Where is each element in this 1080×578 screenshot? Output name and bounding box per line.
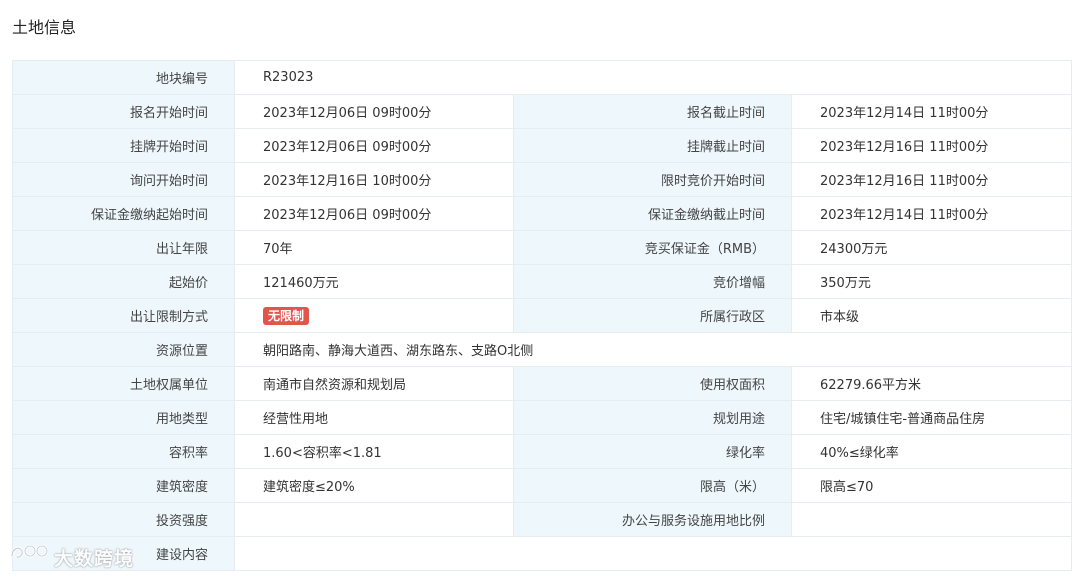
label-deposit-end: 保证金缴纳截止时间 [513, 196, 792, 231]
label-investment-intensity: 投资强度 [12, 502, 235, 537]
row-inquiry-time: 询问开始时间 2023年12月16日 10时00分 限时竞价开始时间 2023年… [12, 162, 1073, 197]
row-listing-time: 挂牌开始时间 2023年12月06日 09时00分 挂牌截止时间 2023年12… [12, 128, 1073, 163]
label-registration-end: 报名截止时间 [513, 94, 792, 129]
row-construction: 建设内容 [12, 536, 1073, 571]
label-inquiry-start: 询问开始时间 [12, 162, 235, 197]
section-title: 土地信息 [12, 18, 77, 37]
row-term-and-deposit: 出让年限 70年 竞买保证金（RMB） 24300万元 [12, 230, 1073, 265]
value-listing-start: 2023年12月06日 09时00分 [234, 128, 514, 163]
brand-logo-icon [8, 542, 50, 572]
label-registration-start: 报名开始时间 [12, 94, 235, 129]
watermark-text: 大数跨境 [54, 547, 135, 570]
value-construction-content [233, 536, 1073, 571]
label-office-ratio: 办公与服务设施用地比例 [513, 502, 792, 537]
land-info-table: 地块编号 R23023 报名开始时间 2023年12月06日 09时00分 报名… [12, 60, 1073, 571]
row-investment: 投资强度 办公与服务设施用地比例 [12, 502, 1073, 537]
label-listing-start: 挂牌开始时间 [12, 128, 235, 163]
value-registration-start: 2023年12月06日 09时00分 [234, 94, 514, 129]
value-deposit-end: 2023年12月14日 11时00分 [790, 196, 1073, 231]
value-bid-deposit: 24300万元 [790, 230, 1073, 265]
value-plot-number: R23023 [233, 60, 1073, 95]
value-district: 市本级 [790, 298, 1073, 333]
label-plot-ratio: 容积率 [12, 434, 235, 469]
label-district: 所属行政区 [513, 298, 792, 333]
value-bid-increment: 350万元 [790, 264, 1073, 299]
value-land-type: 经营性用地 [234, 400, 514, 435]
label-plot-number: 地块编号 [12, 60, 235, 95]
label-land-owner: 土地权属单位 [12, 366, 235, 401]
row-registration-time: 报名开始时间 2023年12月06日 09时00分 报名截止时间 2023年12… [12, 94, 1073, 129]
value-listing-end: 2023年12月16日 11时00分 [790, 128, 1073, 163]
value-use-area: 62279.66平方米 [790, 366, 1073, 401]
value-building-density: 建筑密度≤20% [234, 468, 514, 503]
restriction-tag: 无限制 [263, 306, 310, 325]
value-office-ratio [790, 502, 1073, 537]
row-plot-number: 地块编号 R23023 [12, 60, 1073, 95]
label-starting-price: 起始价 [12, 264, 235, 299]
value-starting-price: 121460万元 [234, 264, 514, 299]
row-restriction-district: 出让限制方式 无限制 所属行政区 市本级 [12, 298, 1073, 333]
label-location: 资源位置 [12, 332, 235, 367]
row-ratios: 容积率 1.60<容积率<1.81 绿化率 40%≤绿化率 [12, 434, 1073, 469]
label-land-type: 用地类型 [12, 400, 235, 435]
row-deposit-time: 保证金缴纳起始时间 2023年12月06日 09时00分 保证金缴纳截止时间 2… [12, 196, 1073, 231]
row-land-type: 用地类型 经营性用地 规划用途 住宅/城镇住宅-普通商品住房 [12, 400, 1073, 435]
label-listing-end: 挂牌截止时间 [513, 128, 792, 163]
value-transfer-term: 70年 [234, 230, 514, 265]
value-inquiry-start: 2023年12月16日 10时00分 [234, 162, 514, 197]
value-plot-ratio: 1.60<容积率<1.81 [234, 434, 514, 469]
row-location: 资源位置 朝阳路南、静海大道西、湖东路东、支路O北侧 [12, 332, 1073, 367]
value-bidding-start: 2023年12月16日 11时00分 [790, 162, 1073, 197]
watermark: 大数跨境 [8, 542, 134, 572]
label-bidding-start: 限时竞价开始时间 [513, 162, 792, 197]
label-restriction-method: 出让限制方式 [12, 298, 235, 333]
label-green-ratio: 绿化率 [513, 434, 792, 469]
label-building-density: 建筑密度 [12, 468, 235, 503]
value-land-owner: 南通市自然资源和规划局 [234, 366, 514, 401]
row-density-height: 建筑密度 建筑密度≤20% 限高（米） 限高≤70 [12, 468, 1073, 503]
value-restriction-method: 无限制 [234, 298, 514, 333]
label-planned-use: 规划用途 [513, 400, 792, 435]
label-bid-deposit: 竞买保证金（RMB） [513, 230, 792, 265]
row-owner-area: 土地权属单位 南通市自然资源和规划局 使用权面积 62279.66平方米 [12, 366, 1073, 401]
value-planned-use: 住宅/城镇住宅-普通商品住房 [790, 400, 1073, 435]
label-bid-increment: 竞价增幅 [513, 264, 792, 299]
value-registration-end: 2023年12月14日 11时00分 [790, 94, 1073, 129]
row-price: 起始价 121460万元 竞价增幅 350万元 [12, 264, 1073, 299]
label-use-area: 使用权面积 [513, 366, 792, 401]
value-height-limit: 限高≤70 [790, 468, 1073, 503]
value-green-ratio: 40%≤绿化率 [790, 434, 1073, 469]
value-deposit-start: 2023年12月06日 09时00分 [234, 196, 514, 231]
label-height-limit: 限高（米） [513, 468, 792, 503]
value-investment-intensity [234, 502, 514, 537]
label-transfer-term: 出让年限 [12, 230, 235, 265]
value-location: 朝阳路南、静海大道西、湖东路东、支路O北侧 [233, 332, 1073, 367]
label-deposit-start: 保证金缴纳起始时间 [12, 196, 235, 231]
